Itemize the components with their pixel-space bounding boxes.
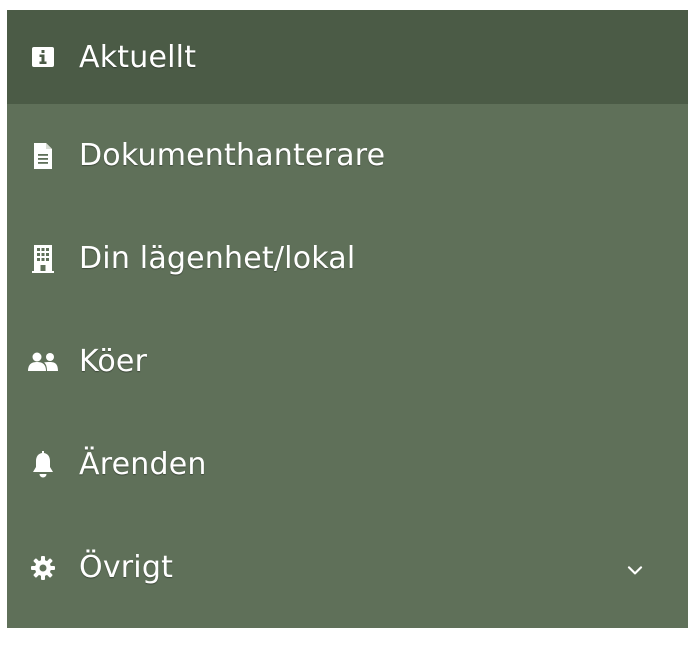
menu-item-arenden[interactable]: Ärenden <box>7 413 688 516</box>
menu-item-label: Aktuellt <box>79 39 197 75</box>
document-icon <box>7 142 79 170</box>
menu-item-dokumenthanterare[interactable]: Dokumenthanterare <box>7 104 688 207</box>
menu-item-label: Dokumenthanterare <box>79 138 386 173</box>
menu-item-koer[interactable]: Köer <box>7 310 688 413</box>
users-icon <box>7 352 79 372</box>
menu-item-din-lagenhet-lokal[interactable]: Din lägenhet/lokal <box>7 207 688 310</box>
info-icon <box>7 46 79 68</box>
sidebar-menu: Aktuellt Dokumenthanterare Din lägenhet/… <box>7 10 688 628</box>
menu-item-label: Ärenden <box>79 447 207 482</box>
page-background <box>0 628 688 655</box>
menu-item-label: Övrigt <box>79 550 174 585</box>
gear-icon <box>7 555 79 581</box>
menu-item-label: Köer <box>79 344 148 379</box>
chevron-down-icon[interactable] <box>627 560 643 579</box>
menu-item-aktuellt[interactable]: Aktuellt <box>7 10 688 104</box>
top-cut-off-area <box>0 0 688 10</box>
bell-icon <box>7 450 79 479</box>
menu-item-label: Din lägenhet/lokal <box>79 241 356 276</box>
building-icon <box>7 244 79 274</box>
menu-item-ovrigt[interactable]: Övrigt <box>7 516 688 619</box>
